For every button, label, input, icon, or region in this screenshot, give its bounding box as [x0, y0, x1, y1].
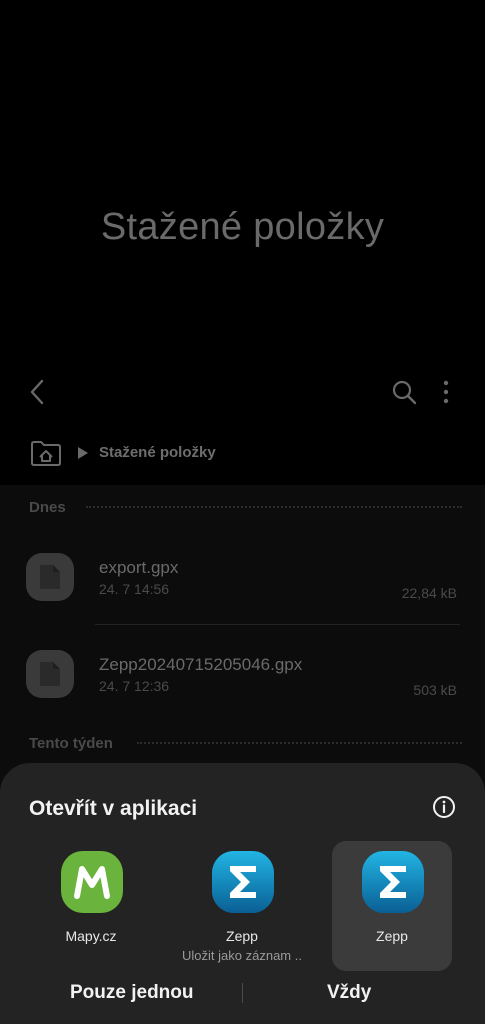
app-bar-area: Stažené položky Stažené položky	[0, 0, 485, 485]
app-label: Zepp	[226, 928, 258, 944]
mapy-cz-icon	[61, 851, 123, 913]
info-button[interactable]	[432, 795, 456, 819]
app-subtitle: Uložit jako záznam ..	[182, 948, 302, 963]
section-header-today: Dnes	[29, 499, 66, 516]
page-title: Stažené položky	[100, 206, 385, 248]
back-button[interactable]	[24, 376, 54, 408]
file-date: 24. 7 12:36	[99, 678, 170, 694]
zepp-icon	[212, 851, 274, 913]
row-divider	[95, 624, 460, 625]
search-button[interactable]	[390, 378, 418, 406]
always-button[interactable]: Vždy	[327, 982, 371, 1004]
sheet-title: Otevřít v aplikaci	[29, 797, 198, 820]
file-name: Zepp20240715205046.gpx	[99, 655, 303, 674]
app-option-zepp-save[interactable]: Zepp Uložit jako záznam ..	[182, 841, 302, 971]
section-header-this-week: Tento týden	[29, 735, 113, 752]
file-icon	[26, 553, 74, 601]
breadcrumb-home-button[interactable]	[30, 439, 62, 467]
file-icon	[26, 650, 74, 698]
search-icon	[392, 380, 417, 405]
app-label: Mapy.cz	[65, 928, 117, 944]
file-size: 22,84 kB	[401, 585, 457, 601]
app-option-mapy[interactable]: Mapy.cz	[31, 841, 151, 971]
more-vertical-icon	[443, 380, 449, 404]
chevron-left-icon	[30, 379, 44, 405]
section-divider	[137, 742, 462, 744]
more-options-button[interactable]	[436, 378, 456, 406]
app-label: Zepp	[376, 928, 408, 944]
file-size: 503 kB	[413, 682, 457, 698]
section-divider	[86, 506, 462, 508]
info-icon	[433, 796, 455, 818]
open-with-sheet: Otevřít v aplikaci Mapy.cz Zepp Uložit j…	[0, 763, 485, 1024]
just-once-button[interactable]: Pouze jednou	[70, 982, 194, 1004]
file-name: export.gpx	[99, 558, 179, 577]
button-separator	[242, 983, 243, 1003]
breadcrumb-separator-icon	[78, 446, 88, 459]
home-folder-icon	[31, 441, 61, 466]
file-date: 24. 7 14:56	[99, 581, 170, 597]
zepp-icon	[362, 851, 424, 913]
app-option-zepp-selected[interactable]: Zepp	[332, 841, 452, 971]
breadcrumb-current[interactable]: Stažené položky	[99, 444, 216, 461]
